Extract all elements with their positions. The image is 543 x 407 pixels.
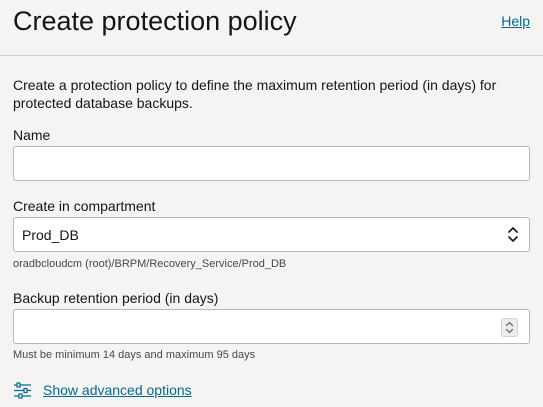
retention-stepper[interactable] (501, 318, 518, 337)
compartment-path: oradbcloudcm (root)/BRPM/Recovery_Servic… (13, 258, 287, 270)
show-advanced-options-link[interactable]: Show advanced options (43, 382, 192, 398)
chevron-updown-icon (508, 227, 518, 242)
retention-helper: Must be minimum 14 days and maximum 95 d… (13, 349, 256, 361)
name-input[interactable] (13, 146, 530, 181)
sliders-icon (14, 381, 31, 399)
name-label: Name (13, 127, 51, 143)
stepper-arrows-icon (505, 321, 514, 334)
help-link[interactable]: Help (501, 13, 530, 29)
retention-input[interactable] (13, 309, 530, 344)
compartment-label: Create in compartment (13, 198, 156, 214)
compartment-select[interactable]: Prod_DB (13, 217, 530, 252)
description-block: Create a protection policy to define the… (13, 76, 530, 112)
panel-header: Create protection policy Help (0, 0, 543, 56)
page-title: Create protection policy (13, 6, 297, 36)
retention-label: Backup retention period (in days) (13, 290, 219, 306)
description-text: Create a protection policy to define the… (13, 77, 497, 111)
advanced-options-toggle[interactable]: Show advanced options (13, 380, 192, 400)
compartment-selected-value: Prod_DB (22, 227, 79, 243)
